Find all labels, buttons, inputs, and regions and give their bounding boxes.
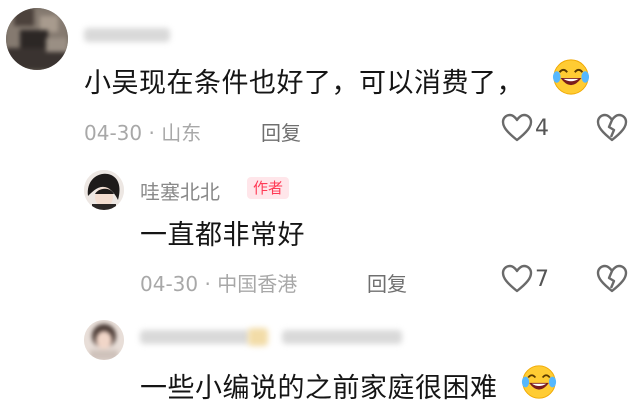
reply-location: 中国香港	[217, 272, 298, 296]
reply-button[interactable]: 回复	[261, 117, 301, 146]
like-button[interactable]: 4	[501, 113, 549, 143]
comment-text: 小吴现在条件也好了，可以消费了，	[84, 68, 524, 99]
laughing-crying-emoji-icon	[552, 59, 590, 95]
heart-outline-icon	[501, 113, 533, 142]
reply-comment-item: ████ █████ 一些小编说的之前家庭很困难	[0, 300, 640, 410]
dark-hair-avatar-icon	[84, 170, 124, 210]
reply-comment-item: 哇塞北北 作者 一直都非常好 04-30 · 中国香港 回复 7	[0, 150, 640, 300]
reply-text: 一些小编说的之前家庭很困难	[140, 373, 498, 404]
author-username[interactable]: 哇塞北北	[140, 176, 220, 205]
reply-button[interactable]: 回复	[367, 268, 407, 297]
like-count: 4	[535, 115, 549, 141]
broken-heart-icon[interactable]	[596, 264, 628, 294]
comment-item: █████ 小吴现在条件也好了，可以消费了， 04-30 · 山东 回复 4	[0, 0, 640, 150]
user-avatar[interactable]	[84, 320, 124, 360]
comment-meta: 04-30 · 山东	[84, 117, 201, 146]
blurred-user-avatar-icon	[6, 8, 68, 70]
blurred-location-mask	[282, 330, 402, 344]
comment-date: 04-30	[84, 121, 143, 145]
reply-text: 一直都非常好	[140, 220, 305, 251]
user-avatar[interactable]	[6, 8, 68, 70]
laughing-crying-emoji-icon	[521, 365, 557, 399]
meta-separator: ·	[142, 121, 162, 145]
blurred-user-avatar-icon	[84, 320, 124, 360]
reply-date: 04-30	[140, 272, 199, 296]
comment-location: 山东	[161, 121, 202, 145]
like-button[interactable]: 7	[501, 264, 549, 294]
heart-outline-icon	[501, 264, 533, 293]
author-avatar[interactable]	[84, 170, 124, 210]
reply-meta: 04-30 · 中国香港	[140, 268, 297, 297]
like-count: 7	[535, 266, 549, 292]
broken-heart-icon[interactable]	[596, 113, 628, 143]
meta-separator: ·	[198, 272, 218, 296]
author-badge: 作者	[247, 177, 290, 199]
